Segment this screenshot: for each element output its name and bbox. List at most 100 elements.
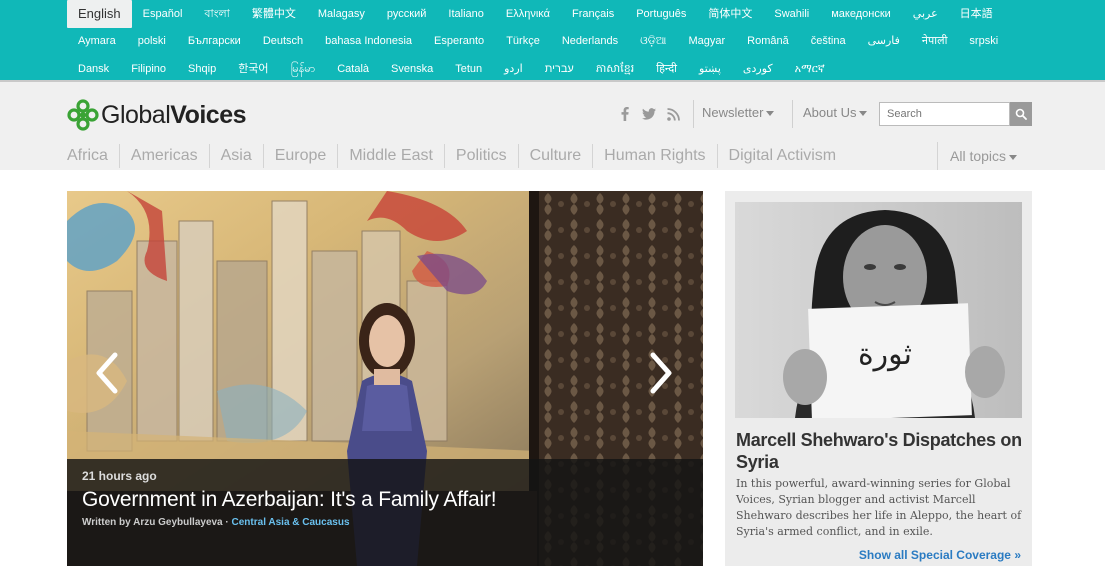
lang-cestina[interactable]: čeština — [800, 28, 857, 54]
special-coverage-image[interactable]: ثورة — [735, 202, 1022, 418]
lang-kurdish[interactable]: کوردی — [732, 56, 784, 82]
slide-caption: 21 hours ago Government in Azerbaijan: I… — [67, 459, 703, 566]
topic-americas[interactable]: Americas — [120, 144, 210, 168]
topic-asia[interactable]: Asia — [210, 144, 264, 168]
lang-polski[interactable]: polski — [127, 28, 177, 54]
lang-odia[interactable]: ଓଡ଼ିଆ — [629, 28, 677, 54]
lang-macedonian[interactable]: македонски — [820, 1, 902, 27]
special-coverage-title[interactable]: Marcell Shehwaro's Dispatches on Syria — [736, 429, 1026, 473]
topic-digital-activism[interactable]: Digital Activism — [718, 144, 848, 168]
lang-svenska[interactable]: Svenska — [380, 56, 444, 82]
logo-word-voices: Voices — [170, 100, 247, 129]
lang-tetun[interactable]: Tetun — [444, 56, 493, 82]
lang-espanol[interactable]: Español — [132, 1, 194, 27]
lang-khmer[interactable]: ភាសាខ្មែរ — [585, 56, 645, 82]
post-title[interactable]: Government in Azerbaijan: It's a Family … — [82, 488, 497, 512]
lang-farsi[interactable]: فارسی — [857, 28, 911, 54]
lang-bulgarian[interactable]: Български — [177, 28, 252, 54]
search-form — [879, 102, 1032, 126]
show-all-special-coverage-link[interactable]: Show all Special Coverage » — [859, 548, 1021, 562]
site-header: GlobalVoices Newsletter About Us Africa … — [0, 82, 1105, 170]
logo-wordmark: GlobalVoices — [101, 100, 247, 130]
social-links — [618, 107, 680, 121]
chevron-left-icon[interactable] — [93, 351, 121, 395]
twitter-icon[interactable] — [642, 107, 656, 121]
topic-africa[interactable]: Africa — [67, 144, 120, 168]
language-row-1: English Español বাংলা 繁體中文 Malagasy русс… — [67, 0, 1004, 28]
site-logo[interactable]: GlobalVoices — [67, 98, 247, 132]
facebook-icon[interactable] — [618, 107, 632, 121]
global-voices-logo-icon — [67, 99, 99, 131]
lang-english[interactable]: English — [67, 0, 132, 28]
topic-culture[interactable]: Culture — [519, 144, 594, 168]
topic-politics[interactable]: Politics — [445, 144, 519, 168]
lang-korean[interactable]: 한국어 — [227, 56, 279, 82]
topic-human-rights[interactable]: Human Rights — [593, 144, 718, 168]
newsletter-menu[interactable]: Newsletter — [702, 105, 775, 120]
lang-magyar[interactable]: Magyar — [677, 28, 736, 54]
search-input[interactable] — [879, 102, 1010, 126]
lang-traditional-chinese[interactable]: 繁體中文 — [241, 1, 307, 27]
portrait-photo: ثورة — [735, 202, 1022, 418]
meta-separator: · — [222, 517, 232, 528]
logo-word-global: Global — [101, 100, 171, 129]
lang-srpski[interactable]: srpski — [958, 28, 1009, 54]
featured-slider[interactable]: 21 hours ago Government in Azerbaijan: I… — [67, 191, 703, 566]
lang-hebrew[interactable]: עברית — [534, 56, 585, 82]
lang-dansk[interactable]: Dansk — [67, 56, 120, 82]
search-button[interactable] — [1010, 102, 1032, 126]
language-row-3: Dansk Filipino Shqip 한국어 မြန်မာ Català S… — [67, 55, 836, 83]
lang-filipino[interactable]: Filipino — [120, 56, 177, 82]
lang-russian[interactable]: русский — [376, 1, 437, 27]
header-divider — [693, 100, 694, 128]
lang-hindi[interactable]: हिन्दी — [645, 56, 688, 82]
lang-greek[interactable]: Ελληνικά — [495, 1, 561, 27]
search-icon — [1015, 108, 1027, 120]
chevron-down-icon — [1009, 154, 1018, 160]
lang-turkce[interactable]: Türkçe — [495, 28, 551, 54]
lang-francais[interactable]: Français — [561, 1, 625, 27]
post-author[interactable]: Arzu Geybullayeva — [133, 517, 222, 528]
lang-bangla[interactable]: বাংলা — [193, 1, 240, 27]
lang-arabic[interactable]: عربي — [902, 1, 949, 27]
lang-bahasa-indonesia[interactable]: bahasa Indonesia — [314, 28, 423, 54]
written-by-label: Written by — [82, 517, 131, 528]
language-bar: English Español বাংলা 繁體中文 Malagasy русс… — [0, 0, 1105, 80]
about-us-label: About Us — [803, 105, 857, 120]
rss-icon[interactable] — [666, 107, 680, 121]
all-topics-label: All topics — [950, 148, 1007, 164]
topics-nav: Africa Americas Asia Europe Middle East … — [67, 142, 847, 170]
lang-malagasy[interactable]: Malagasy — [307, 1, 376, 27]
chevron-down-icon — [859, 111, 868, 116]
lang-portugues[interactable]: Português — [625, 1, 697, 27]
lang-shqip[interactable]: Shqip — [177, 56, 227, 82]
post-meta: Written by Arzu Geybullayeva · Central A… — [82, 517, 350, 528]
lang-romana[interactable]: Română — [736, 28, 800, 54]
lang-italiano[interactable]: Italiano — [437, 1, 494, 27]
lang-deutsch[interactable]: Deutsch — [252, 28, 314, 54]
post-time: 21 hours ago — [82, 469, 157, 483]
lang-aymara[interactable]: Aymara — [67, 28, 127, 54]
post-category[interactable]: Central Asia & Caucasus — [232, 517, 350, 528]
lang-japanese[interactable]: 日本語 — [949, 1, 1004, 27]
chevron-down-icon — [766, 111, 775, 116]
lang-nederlands[interactable]: Nederlands — [551, 28, 629, 54]
lang-catala[interactable]: Català — [326, 56, 380, 82]
lang-amharic[interactable]: አማርኛ — [784, 56, 836, 82]
language-row-2: Aymara polski Български Deutsch bahasa I… — [67, 27, 1009, 55]
topic-middle-east[interactable]: Middle East — [338, 144, 445, 168]
lang-burmese[interactable]: မြန်မာ — [280, 56, 327, 82]
lang-esperanto[interactable]: Esperanto — [423, 28, 495, 54]
about-us-menu[interactable]: About Us — [803, 105, 868, 120]
all-topics-menu[interactable]: All topics — [937, 142, 1018, 170]
lang-simplified-chinese[interactable]: 简体中文 — [697, 1, 763, 27]
lang-urdu[interactable]: اردو — [493, 56, 534, 82]
sign-text: ثورة — [858, 337, 912, 372]
special-coverage-box: ثورة Marcell Shehwaro's Dispatches on Sy… — [725, 191, 1032, 566]
lang-nepali[interactable]: नेपाली — [911, 28, 959, 54]
topic-europe[interactable]: Europe — [264, 144, 339, 168]
lang-pashto[interactable]: پښتو — [688, 56, 732, 82]
chevron-right-icon[interactable] — [647, 351, 675, 395]
newsletter-label: Newsletter — [702, 105, 764, 120]
lang-swahili[interactable]: Swahili — [763, 1, 820, 27]
